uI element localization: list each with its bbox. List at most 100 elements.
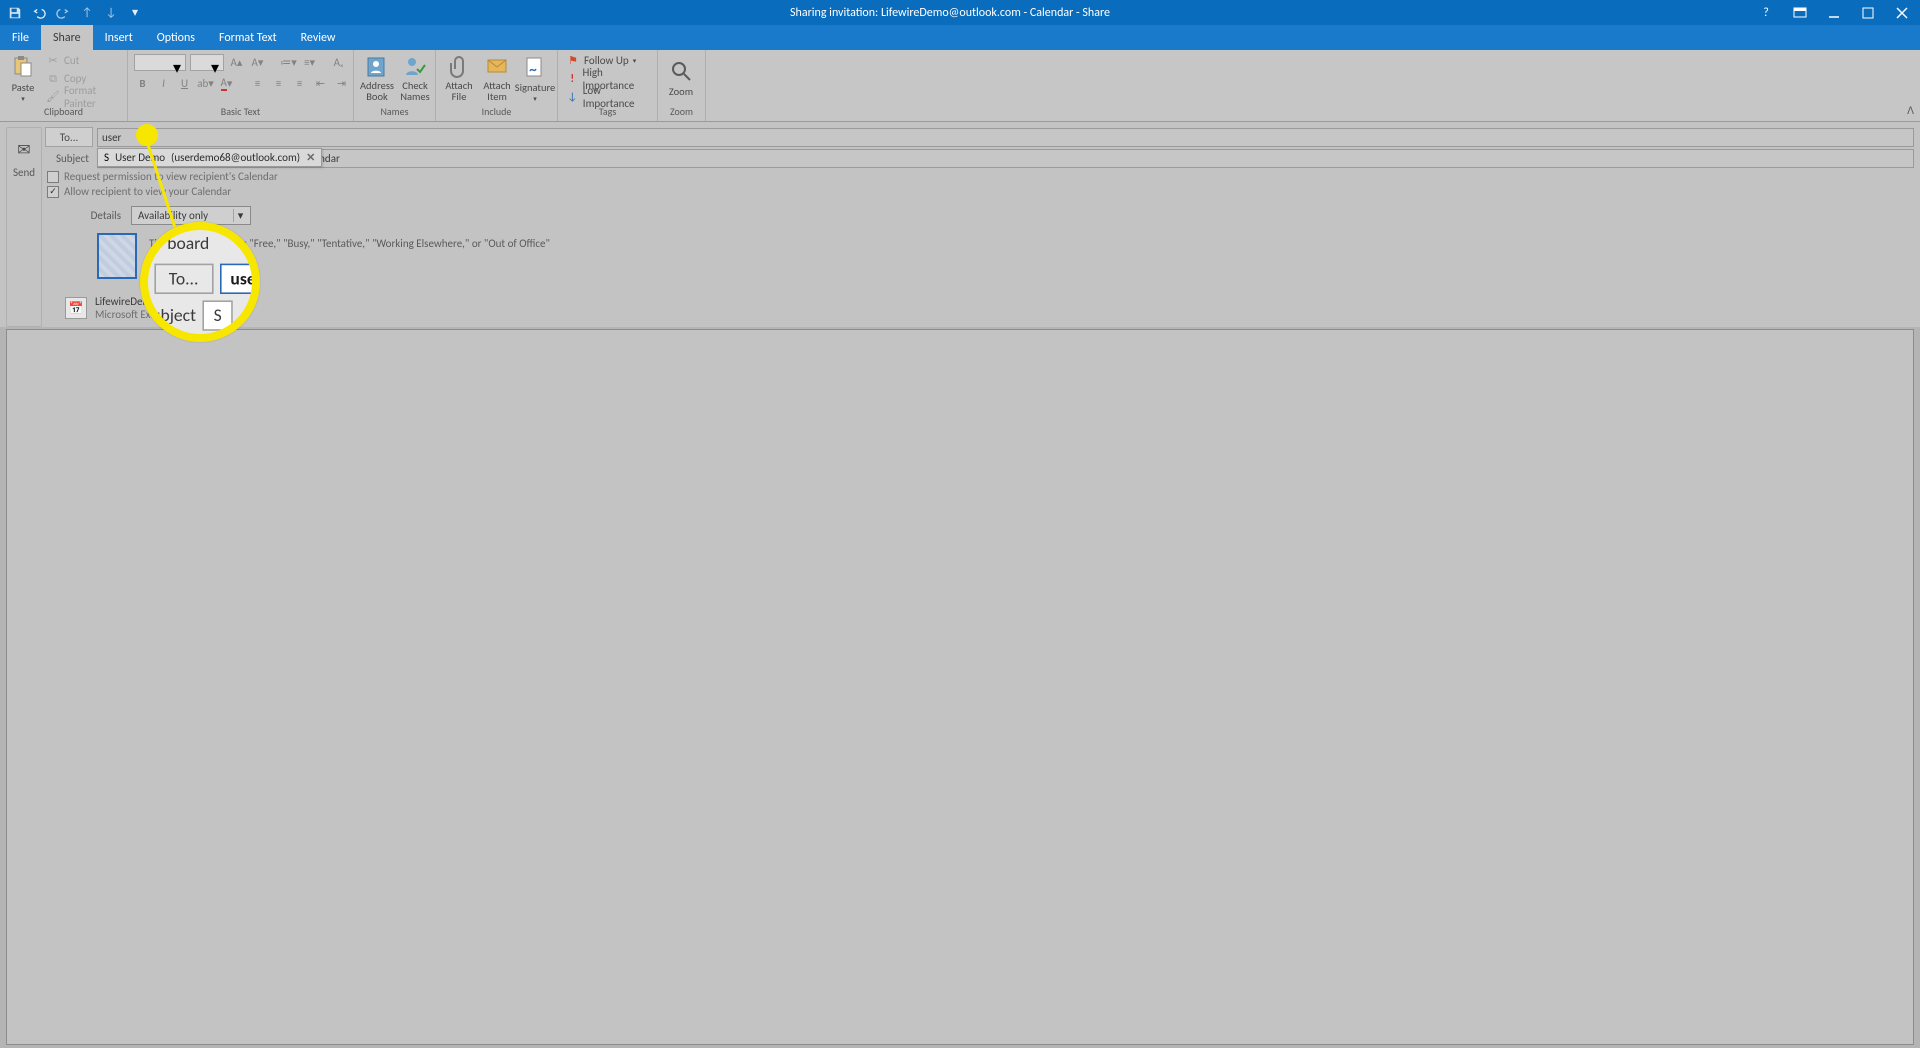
bullets-button[interactable]: ≔▾ — [280, 54, 297, 71]
tab-share[interactable]: Share — [41, 25, 93, 50]
group-label-include: Include — [440, 105, 553, 121]
ribbon-tabs: File Share Insert Options Format Text Re… — [0, 25, 1920, 50]
send-button[interactable]: ✉ Send — [6, 127, 42, 327]
group-names: Address Book Check Names Names — [354, 50, 436, 121]
undo-icon[interactable] — [32, 6, 46, 20]
tab-format-text[interactable]: Format Text — [207, 25, 289, 50]
subject-input[interactable] — [97, 149, 1914, 168]
align-center-button[interactable]: ≡ — [270, 75, 287, 92]
attach-file-label: Attach File — [445, 81, 472, 102]
grow-font-button[interactable]: A▴ — [228, 54, 245, 71]
title-bar: ↑ ↓ ▾ Sharing invitation: LifewireDemo@o… — [0, 0, 1920, 25]
tab-insert[interactable]: Insert — [93, 25, 145, 50]
signature-button[interactable]: Signature ▾ — [516, 53, 554, 105]
mag-subject-value: S — [202, 300, 233, 330]
allow-view-label: Allow recipient to view your Calendar — [64, 185, 231, 198]
ribbon-display-icon[interactable] — [1792, 5, 1808, 21]
allow-view-checkbox[interactable]: ✓ — [47, 186, 59, 198]
availability-thumbnail — [97, 233, 137, 279]
chevron-down-icon: ▾ — [233, 209, 247, 222]
high-importance-icon: ! — [566, 72, 579, 86]
group-label-basic-text: Basic Text — [132, 105, 349, 121]
tab-file[interactable]: File — [0, 25, 41, 50]
close-icon[interactable] — [1894, 5, 1910, 21]
tab-review[interactable]: Review — [289, 25, 348, 50]
signature-label: Signature — [515, 81, 555, 94]
bold-button[interactable]: B — [134, 75, 151, 92]
font-size-select[interactable]: ▾ — [190, 54, 224, 71]
cut-label: Cut — [64, 54, 79, 67]
check-names-label: Check Names — [400, 81, 430, 102]
attach-file-button[interactable]: Attach File — [440, 53, 478, 104]
address-book-label: Address Book — [360, 81, 394, 102]
increase-indent-button[interactable]: ⇥ — [333, 75, 350, 92]
format-painter-button[interactable]: 🖌 Format Painter — [42, 88, 123, 105]
ribbon: Paste ▾ ✂ Cut ⧉ Copy 🖌 Format Painter Cl… — [0, 50, 1920, 122]
collapse-ribbon-icon[interactable]: ᐱ — [1907, 104, 1914, 117]
group-label-zoom: Zoom — [662, 105, 701, 121]
shrink-font-button[interactable]: A▾ — [249, 54, 266, 71]
help-icon[interactable]: ? — [1758, 5, 1774, 21]
flag-icon: ⚑ — [566, 54, 580, 68]
low-importance-icon: ↓ — [566, 90, 579, 104]
message-body[interactable] — [6, 329, 1914, 1045]
chevron-down-icon: ▾ — [21, 94, 25, 103]
subject-input-text-s: S — [104, 151, 109, 164]
to-button[interactable]: To... — [45, 127, 93, 147]
save-icon[interactable] — [8, 6, 22, 20]
font-color-button[interactable]: A▾ — [218, 75, 235, 92]
minimize-icon[interactable] — [1826, 5, 1842, 21]
group-include: Attach File Attach Item Signature ▾ Incl… — [436, 50, 558, 121]
group-tags: ⚑ Follow Up ▾ ! High Importance ↓ Low Im… — [558, 50, 658, 121]
group-label-clipboard: Clipboard — [4, 105, 123, 121]
autocomplete-suggestion[interactable]: S User Demo (userdemo68@outlook.com) ✕ — [97, 148, 322, 167]
check-names-icon — [403, 55, 427, 79]
signature-icon — [523, 55, 547, 79]
scissors-icon: ✂ — [46, 54, 60, 68]
paste-button[interactable]: Paste ▾ — [4, 53, 42, 105]
copy-icon: ⧉ — [46, 72, 60, 86]
attach-item-icon — [485, 55, 509, 79]
low-importance-button[interactable]: ↓ Low Importance — [562, 88, 653, 105]
group-label-tags: Tags — [562, 105, 653, 121]
attach-item-button[interactable]: Attach Item — [478, 53, 516, 104]
down-arrow-icon[interactable]: ↓ — [104, 6, 118, 20]
italic-button[interactable]: I — [155, 75, 172, 92]
maximize-icon[interactable] — [1860, 5, 1876, 21]
check-names-button[interactable]: Check Names — [396, 53, 434, 104]
window-title: Sharing invitation: LifewireDemo@outlook… — [142, 6, 1758, 20]
underline-button[interactable]: U — [176, 75, 193, 92]
decrease-indent-button[interactable]: ⇤ — [312, 75, 329, 92]
address-book-button[interactable]: Address Book — [358, 53, 396, 104]
address-book-icon — [365, 55, 389, 79]
brush-icon: 🖌 — [46, 90, 60, 104]
qat-customize-icon[interactable]: ▾ — [128, 6, 142, 20]
mag-subject-label: ubject — [151, 305, 196, 326]
zoom-button[interactable]: Zoom — [662, 57, 700, 100]
zoom-label: Zoom — [669, 85, 693, 98]
font-name-select[interactable]: ▾ — [134, 54, 186, 71]
chevron-down-icon: ▾ — [533, 94, 537, 103]
tab-options[interactable]: Options — [145, 25, 207, 50]
up-arrow-icon[interactable]: ↑ — [80, 6, 94, 20]
callout-dot — [136, 124, 158, 146]
paste-label: Paste — [12, 81, 35, 94]
highlight-button[interactable]: ab▾ — [197, 75, 214, 92]
align-right-button[interactable]: ≡ — [291, 75, 308, 92]
align-left-button[interactable]: ≡ — [249, 75, 266, 92]
paperclip-icon — [447, 55, 471, 79]
group-basic-text: ▾ ▾ A▴ A▾ ≔▾ ≡▾ Aₓ B I U ab▾ A▾ ≡ ≡ ≡ ⇤ — [128, 50, 354, 121]
compose-header: ✉ Send To... Subject S User Demo (userde… — [0, 122, 1920, 327]
request-permission-label: Request permission to view recipient's C… — [64, 170, 278, 183]
numbering-button[interactable]: ≡▾ — [301, 54, 318, 71]
request-permission-checkbox[interactable] — [47, 171, 59, 183]
redo-icon[interactable] — [56, 6, 70, 20]
callout-magnifier: board To... user ubject S — [140, 222, 260, 342]
cut-button[interactable]: ✂ Cut — [42, 52, 123, 69]
clear-format-icon[interactable]: Aₓ — [330, 54, 347, 71]
zoom-icon — [669, 59, 693, 83]
attach-item-label: Attach Item — [483, 81, 510, 102]
to-input[interactable] — [97, 128, 1914, 147]
subject-label: Subject — [45, 152, 93, 165]
autocomplete-remove-icon[interactable]: ✕ — [306, 151, 315, 164]
